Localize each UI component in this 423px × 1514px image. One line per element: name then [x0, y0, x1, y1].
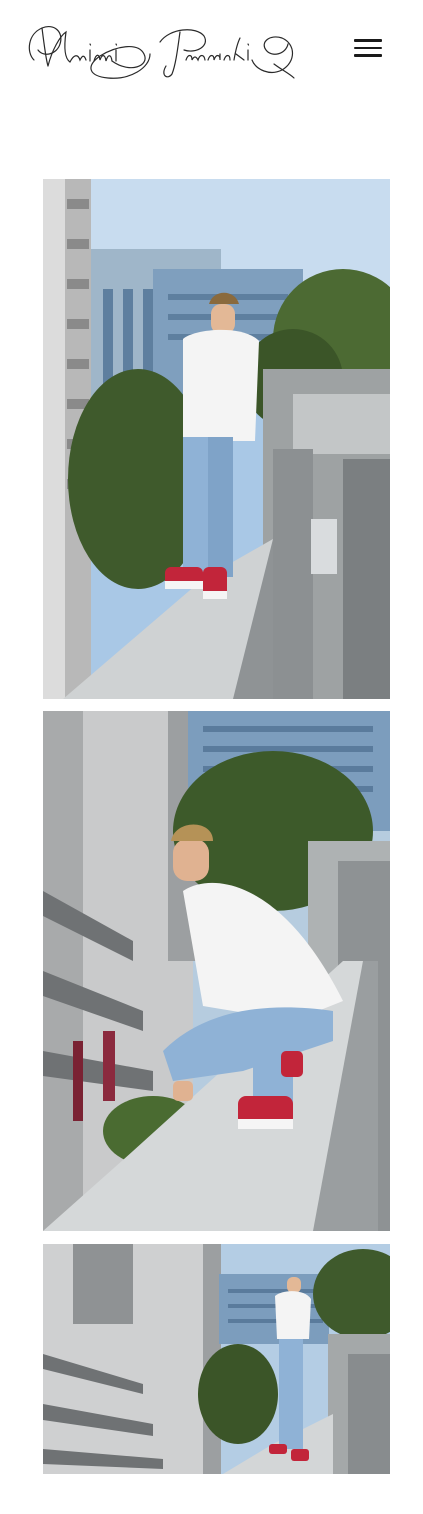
- hamburger-menu-icon: [354, 39, 382, 42]
- menu-button[interactable]: [347, 33, 389, 63]
- site-logo[interactable]: [20, 14, 300, 84]
- hamburger-menu-icon-middle: [354, 46, 382, 50]
- gallery-photo-3[interactable]: [43, 1244, 390, 1474]
- gallery-photo-1[interactable]: [43, 179, 390, 699]
- signature-logo-icon: [28, 26, 295, 79]
- photo-standing-on-ledge-icon: [43, 179, 390, 699]
- site-header: [0, 0, 423, 100]
- page: [0, 0, 423, 1514]
- photo-standing-wide-shot-icon: [43, 1244, 390, 1474]
- hamburger-menu-icon-bottom: [354, 54, 382, 57]
- gallery-photo-2[interactable]: [43, 711, 390, 1231]
- photo-crouching-on-ledge-icon: [43, 711, 390, 1231]
